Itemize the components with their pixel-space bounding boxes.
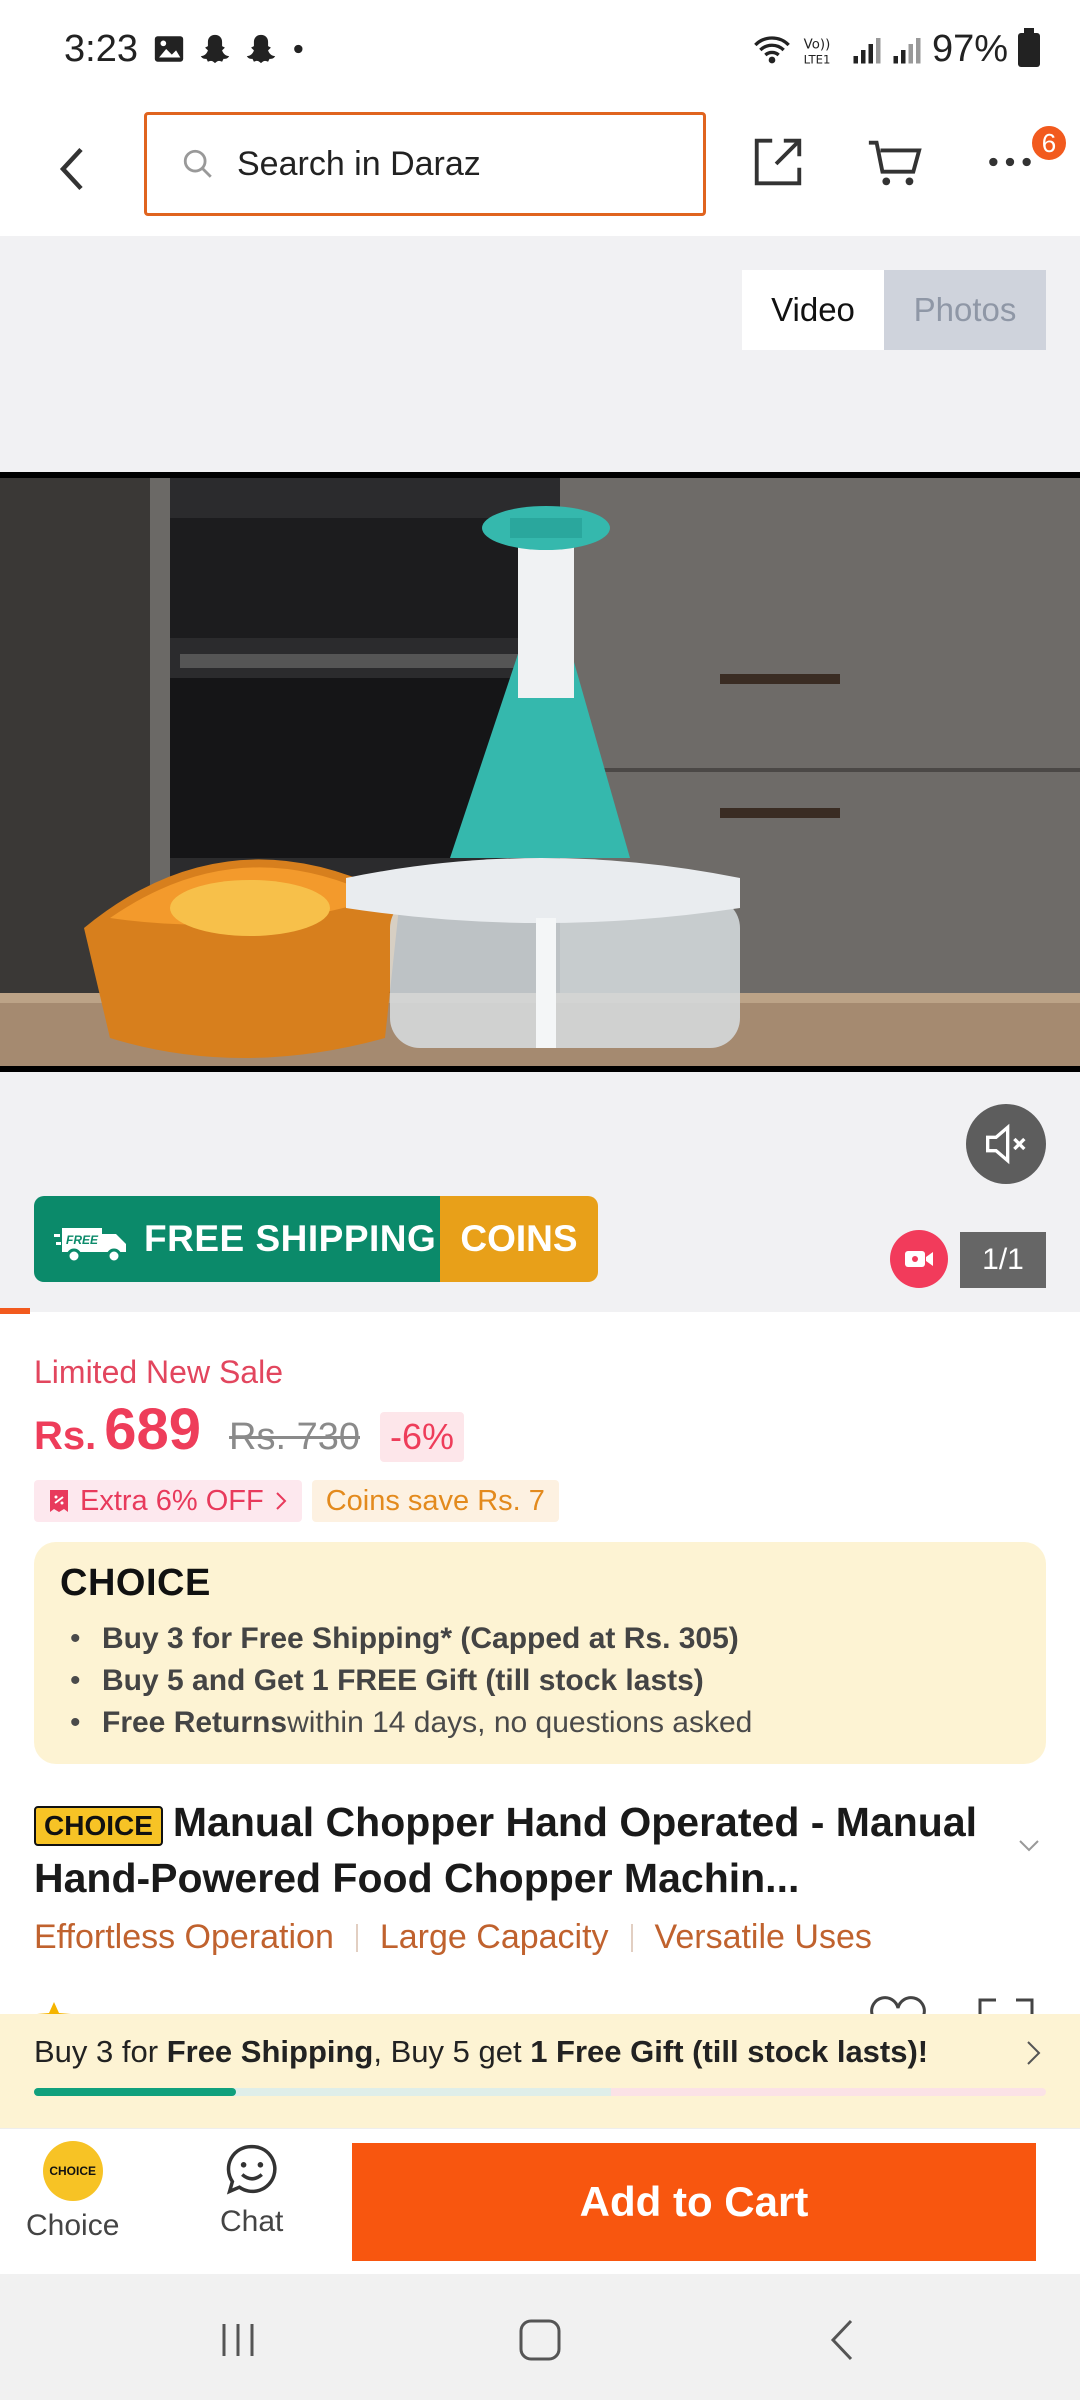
discount-badge: -6% <box>380 1412 465 1462</box>
current-price: 689 <box>104 1397 202 1462</box>
volume-mute-icon <box>986 1123 1026 1165</box>
snapchat-icon <box>246 34 276 64</box>
free-shipping-banner: FREE FREE SHIPPING COINS <box>34 1196 598 1282</box>
share-button[interactable] <box>746 130 810 194</box>
extra-off-text: Extra 6% OFF <box>80 1484 264 1517</box>
svg-text:LTE1: LTE1 <box>804 52 831 66</box>
chevron-right-icon <box>275 1492 287 1510</box>
search-placeholder: Search in Daraz <box>237 144 481 183</box>
svg-text:Vo)): Vo)) <box>804 37 831 52</box>
bundle-progress-fill <box>34 2088 237 2096</box>
signal-icon <box>853 37 881 63</box>
status-right: Vo)) LTE1 97% <box>752 27 1040 71</box>
battery-icon <box>1018 27 1040 67</box>
recent-apps-button[interactable] <box>208 2310 268 2370</box>
choice-benefit-list: • Buy 3 for Free Shipping* (Capped at Rs.… <box>70 1618 752 1744</box>
star-icon <box>37 2002 71 2014</box>
list-item: • Buy 3 for Free Shipping* (Capped at Rs.… <box>70 1622 739 1655</box>
chat-icon <box>226 2144 277 2195</box>
feature-tag: Large Capacity <box>379 1918 609 1956</box>
video-indicator[interactable] <box>890 1230 948 1288</box>
volte-icon: Vo))LTE1 <box>804 37 831 66</box>
feature-tag: Effortless Operation <box>34 1918 334 1956</box>
notification-badge: 6 <box>1030 124 1068 162</box>
sale-label: Limited New Sale <box>34 1354 283 1390</box>
choice-logo-text: CHOICE <box>60 1562 211 1604</box>
divider <box>355 1923 358 1952</box>
back-icon <box>830 2319 853 2361</box>
choice-logo: CHOICE <box>60 1562 211 1605</box>
tab-photos[interactable]: Photos <box>884 270 1046 350</box>
chevron-right-icon <box>1027 2041 1041 2065</box>
wifi-icon <box>754 35 790 63</box>
bundle-promo-banner[interactable]: Buy 3 for Free Shipping, Buy 5 get 1 Fre… <box>0 2014 1080 2128</box>
tab-video[interactable]: Video <box>742 270 884 350</box>
system-navigation-bar <box>0 2274 1080 2400</box>
product-media: Video Photos FREE FREE SHIPPING COINS 1/… <box>0 236 1080 1312</box>
chevron-left-icon <box>59 147 83 191</box>
product-title[interactable]: CHOICE Manual Chopper Hand Operated - Man… <box>34 1796 1024 1904</box>
choice-badge: CHOICE <box>34 1805 163 1846</box>
divider <box>630 1923 633 1952</box>
media-toggle: Video Photos <box>742 270 1046 350</box>
free-shipping-text: FREE SHIPPING <box>144 1218 437 1259</box>
price-currency: Rs. <box>34 1414 97 1458</box>
original-price: Rs. 730 <box>229 1416 360 1458</box>
voucher-icon <box>50 1490 68 1512</box>
product-video-frame <box>0 478 1080 1066</box>
truck-icon: FREE <box>54 1228 126 1264</box>
choice-benefits[interactable]: CHOICE • Buy 3 for Free Shipping* (Capped… <box>34 1542 1046 1764</box>
bundle-promo-text: Buy 3 for Free Shipping, Buy 5 get 1 Fre… <box>34 2034 929 2069</box>
search-icon <box>183 149 212 178</box>
back-nav-button[interactable] <box>812 2310 872 2370</box>
video-camera-icon <box>905 1251 933 1267</box>
heart-icon[interactable] <box>868 1996 928 2014</box>
signal-icon <box>893 37 921 63</box>
mute-button[interactable] <box>966 1104 1046 1184</box>
status-bar: 3:23 Vo)) LTE1 97% <box>0 0 1080 104</box>
chat-button[interactable]: Chat <box>220 2141 283 2239</box>
price-row: Rs. 689 Rs. 730 -6% <box>34 1396 465 1463</box>
extra-off-tag[interactable]: Extra 6% OFF <box>34 1480 302 1522</box>
choice-label: Choice <box>26 2209 120 2242</box>
product-title-text: Manual Chopper Hand Operated - Manual Ha… <box>34 1799 978 1901</box>
status-time: 3:23 <box>64 28 138 70</box>
list-item: • Free Returns within 14 days, no questio… <box>70 1706 753 1739</box>
list-item: • Buy 5 and Get 1 FREE Gift (till stock l… <box>70 1664 704 1697</box>
chat-label: Chat <box>220 2205 284 2238</box>
battery-percent: 97% <box>931 28 1008 70</box>
media-counter: 1/1 <box>960 1232 1046 1288</box>
home-button[interactable] <box>510 2310 570 2370</box>
rating-row-partial <box>0 1992 1080 2014</box>
notification-icons <box>152 32 310 66</box>
expand-icon[interactable] <box>976 1996 1036 2014</box>
image-icon <box>154 36 184 62</box>
snapchat-icon <box>200 34 230 64</box>
add-to-cart-button[interactable]: Add to Cart <box>352 2143 1036 2261</box>
free-badge-text: FREE <box>66 1233 99 1247</box>
feature-tag: Versatile Uses <box>654 1918 872 1956</box>
more-icon <box>989 157 1031 167</box>
promo-tags: Extra 6% OFF Coins save Rs. 7 <box>34 1480 559 1522</box>
search-input[interactable]: Search in Daraz <box>144 112 706 216</box>
choice-nav-button[interactable]: CHOICE Choice <box>26 2141 119 2243</box>
coins-label: COINS <box>440 1196 598 1282</box>
home-icon <box>519 2319 561 2361</box>
top-header: Search in Daraz 6 <box>0 104 1080 236</box>
chevron-down-icon[interactable] <box>1014 1830 1044 1860</box>
choice-icon: CHOICE <box>42 2141 103 2201</box>
cart-button[interactable] <box>862 130 926 194</box>
coins-save-tag: Coins save Rs. 7 <box>311 1480 559 1522</box>
share-icon <box>754 138 802 186</box>
media-progress <box>0 1308 30 1314</box>
bottom-action-bar: CHOICE Choice Chat Add to Cart <box>0 2128 1080 2274</box>
feature-tags: Effortless Operation Large Capacity Vers… <box>34 1918 872 1957</box>
cart-icon <box>868 140 922 186</box>
bundle-progress <box>34 2088 1046 2096</box>
back-button[interactable] <box>44 134 100 204</box>
recent-apps-icon <box>222 2324 254 2356</box>
product-video[interactable] <box>0 472 1080 1072</box>
dot-icon <box>294 44 303 54</box>
